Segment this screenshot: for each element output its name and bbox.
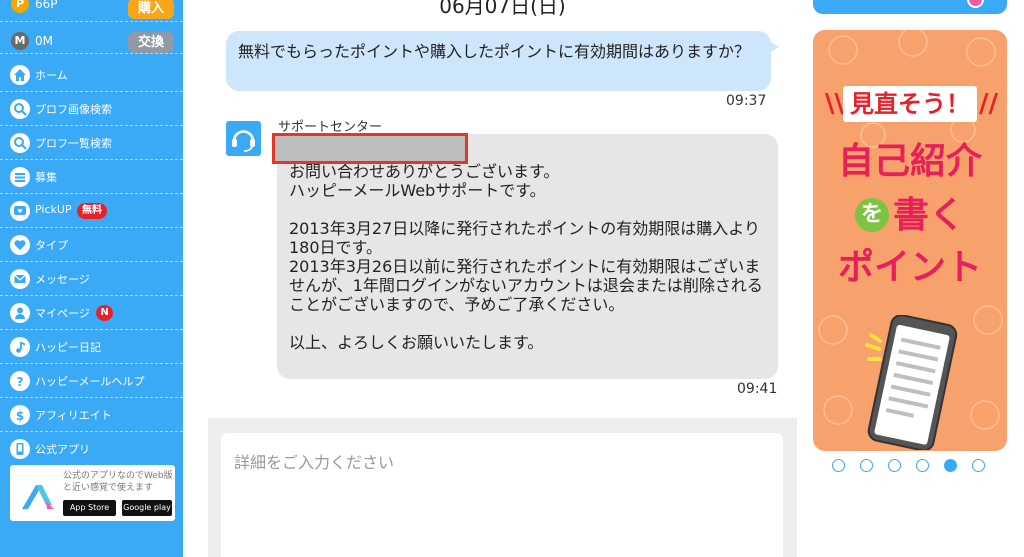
- sidebar-item-label: 公式アプリ: [35, 443, 90, 456]
- carousel-dot[interactable]: [832, 459, 845, 472]
- support-avatar: [226, 121, 261, 156]
- carousel-indicator: [832, 459, 992, 473]
- phone-illustration: [865, 315, 958, 450]
- promo-banner[interactable]: \\ 見直そう！ // 自己紹介 を書く ポイント: [813, 30, 1007, 451]
- person-icon: [10, 303, 30, 323]
- sidebar-item-profile-list-search[interactable]: プロフ一覧検索: [0, 126, 183, 160]
- reply-panel: [208, 418, 797, 557]
- mail-icon: [10, 269, 30, 289]
- sidebar-item-label: プロフ一覧検索: [35, 137, 112, 150]
- free-badge: 無料: [77, 203, 107, 219]
- app-description: 公式のアプリなのでWeb版と近い感覚で使えます: [63, 471, 173, 493]
- sidebar-item-official-app[interactable]: 公式アプリ: [0, 432, 183, 466]
- date-heading: 06月07日(日): [439, 0, 566, 18]
- question-icon: ?: [10, 371, 30, 391]
- sidebar-item-label: アフィリエイト: [35, 409, 112, 422]
- promo-line-3: ポイント: [837, 247, 982, 288]
- promo-particle-badge: を: [854, 198, 889, 232]
- sidebar-item-message[interactable]: メッセージ: [0, 262, 183, 296]
- buy-points-button[interactable]: 購入: [128, 0, 174, 19]
- search-icon: [10, 133, 30, 153]
- headline-mark-right: //: [979, 89, 998, 119]
- user-message-time: 09:37: [726, 93, 767, 109]
- sidebar-item-type[interactable]: タイプ: [0, 228, 183, 262]
- money-coin-icon: M: [11, 32, 29, 50]
- sidebar-item-label: マイページ: [35, 307, 90, 320]
- google-play-badge[interactable]: Google play: [122, 500, 172, 516]
- pickup-icon: [10, 201, 30, 221]
- points-row: P 66P 購入: [0, 0, 183, 22]
- sidebar-item-label: プロフ画像検索: [35, 103, 112, 116]
- exchange-button[interactable]: 交換: [128, 32, 174, 53]
- sidebar: P 66P 購入 M 0M 交換 ホーム プロフ画像検索 プロフ一覧検索 募集 …: [0, 0, 183, 557]
- official-app-card[interactable]: 公式のアプリなのでWeb版と近い感覚で使えます App Store Google…: [10, 465, 175, 521]
- detail-input[interactable]: [221, 433, 783, 557]
- sidebar-item-label: PickUP: [35, 203, 72, 216]
- search-icon: [10, 99, 30, 119]
- support-message-bubble: お問い合わせありがとうございます。 ハッピーメールWebサポートです。 2013…: [277, 134, 778, 379]
- sidebar-item-profile-image-search[interactable]: プロフ画像検索: [0, 92, 183, 126]
- dollar-icon: $: [10, 405, 30, 425]
- sidebar-item-help[interactable]: ? ハッピーメールヘルプ: [0, 364, 183, 398]
- carousel-dot[interactable]: [972, 459, 985, 472]
- support-message-time: 09:41: [737, 381, 778, 397]
- user-message-bubble: 無料でもらったポイントや購入したポイントに有効期間はありますか？: [226, 31, 779, 91]
- sidebar-item-label: タイプ: [35, 239, 68, 252]
- sidebar-item-label: ホーム: [35, 69, 68, 82]
- promo-headline: 見直そう！: [843, 86, 977, 122]
- headset-icon: [232, 130, 255, 152]
- sidebar-item-mypage[interactable]: マイページ N: [0, 296, 183, 330]
- sidebar-item-pickup[interactable]: PickUP 無料: [0, 194, 183, 228]
- carousel-dot[interactable]: [916, 459, 929, 472]
- carousel-dot[interactable]: [888, 459, 901, 472]
- sidebar-item-recruit[interactable]: 募集: [0, 160, 183, 194]
- svg-text:$: $: [16, 409, 24, 422]
- support-message-paragraph: 2013年3月27日以降に発行されたポイントの有効期限は購入より180日です。 …: [289, 219, 763, 314]
- money-row: M 0M 交換: [0, 22, 183, 54]
- points-value: 66P: [35, 0, 58, 11]
- phone-icon: [10, 439, 30, 459]
- new-badge: N: [96, 305, 113, 321]
- promo-line-2-text: 書く: [892, 195, 965, 236]
- sidebar-item-label: ハッピーメールヘルプ: [35, 375, 145, 388]
- svg-text:?: ?: [17, 375, 24, 388]
- redacted-highlight: [272, 133, 468, 164]
- points-coin-icon: P: [11, 0, 29, 13]
- app-store-badge[interactable]: App Store: [63, 500, 116, 516]
- sidebar-item-label: メッセージ: [35, 273, 90, 286]
- list-icon: [10, 167, 30, 187]
- music-note-icon: [10, 337, 30, 357]
- sidebar-item-label: 募集: [35, 171, 57, 184]
- headline-mark-left: \\: [825, 89, 844, 119]
- app-logo-icon: [22, 485, 54, 509]
- support-message-paragraph: お問い合わせありがとうございます。 ハッピーメールWebサポートです。: [289, 162, 560, 200]
- sidebar-item-label: ハッピー日記: [35, 341, 101, 354]
- money-value: 0M: [35, 34, 53, 48]
- heart-icon: [10, 235, 30, 255]
- carousel-dot-active[interactable]: [944, 459, 957, 472]
- carousel-dot[interactable]: [860, 459, 873, 472]
- home-icon: [10, 65, 30, 85]
- support-message-paragraph: 以上、よろしくお願いいたします。: [289, 333, 544, 352]
- chat-thread: 06月07日(日) 無料でもらったポイントや購入したポイントに有効期間はあります…: [208, 0, 797, 557]
- sidebar-item-home[interactable]: ホーム: [0, 58, 183, 92]
- sidebar-item-happy-diary[interactable]: ハッピー日記: [0, 330, 183, 364]
- promo-line-1: 自己紹介: [837, 141, 982, 182]
- sidebar-item-affiliate[interactable]: $ アフィリエイト: [0, 398, 183, 432]
- promo-line-2: を書く: [813, 194, 1007, 238]
